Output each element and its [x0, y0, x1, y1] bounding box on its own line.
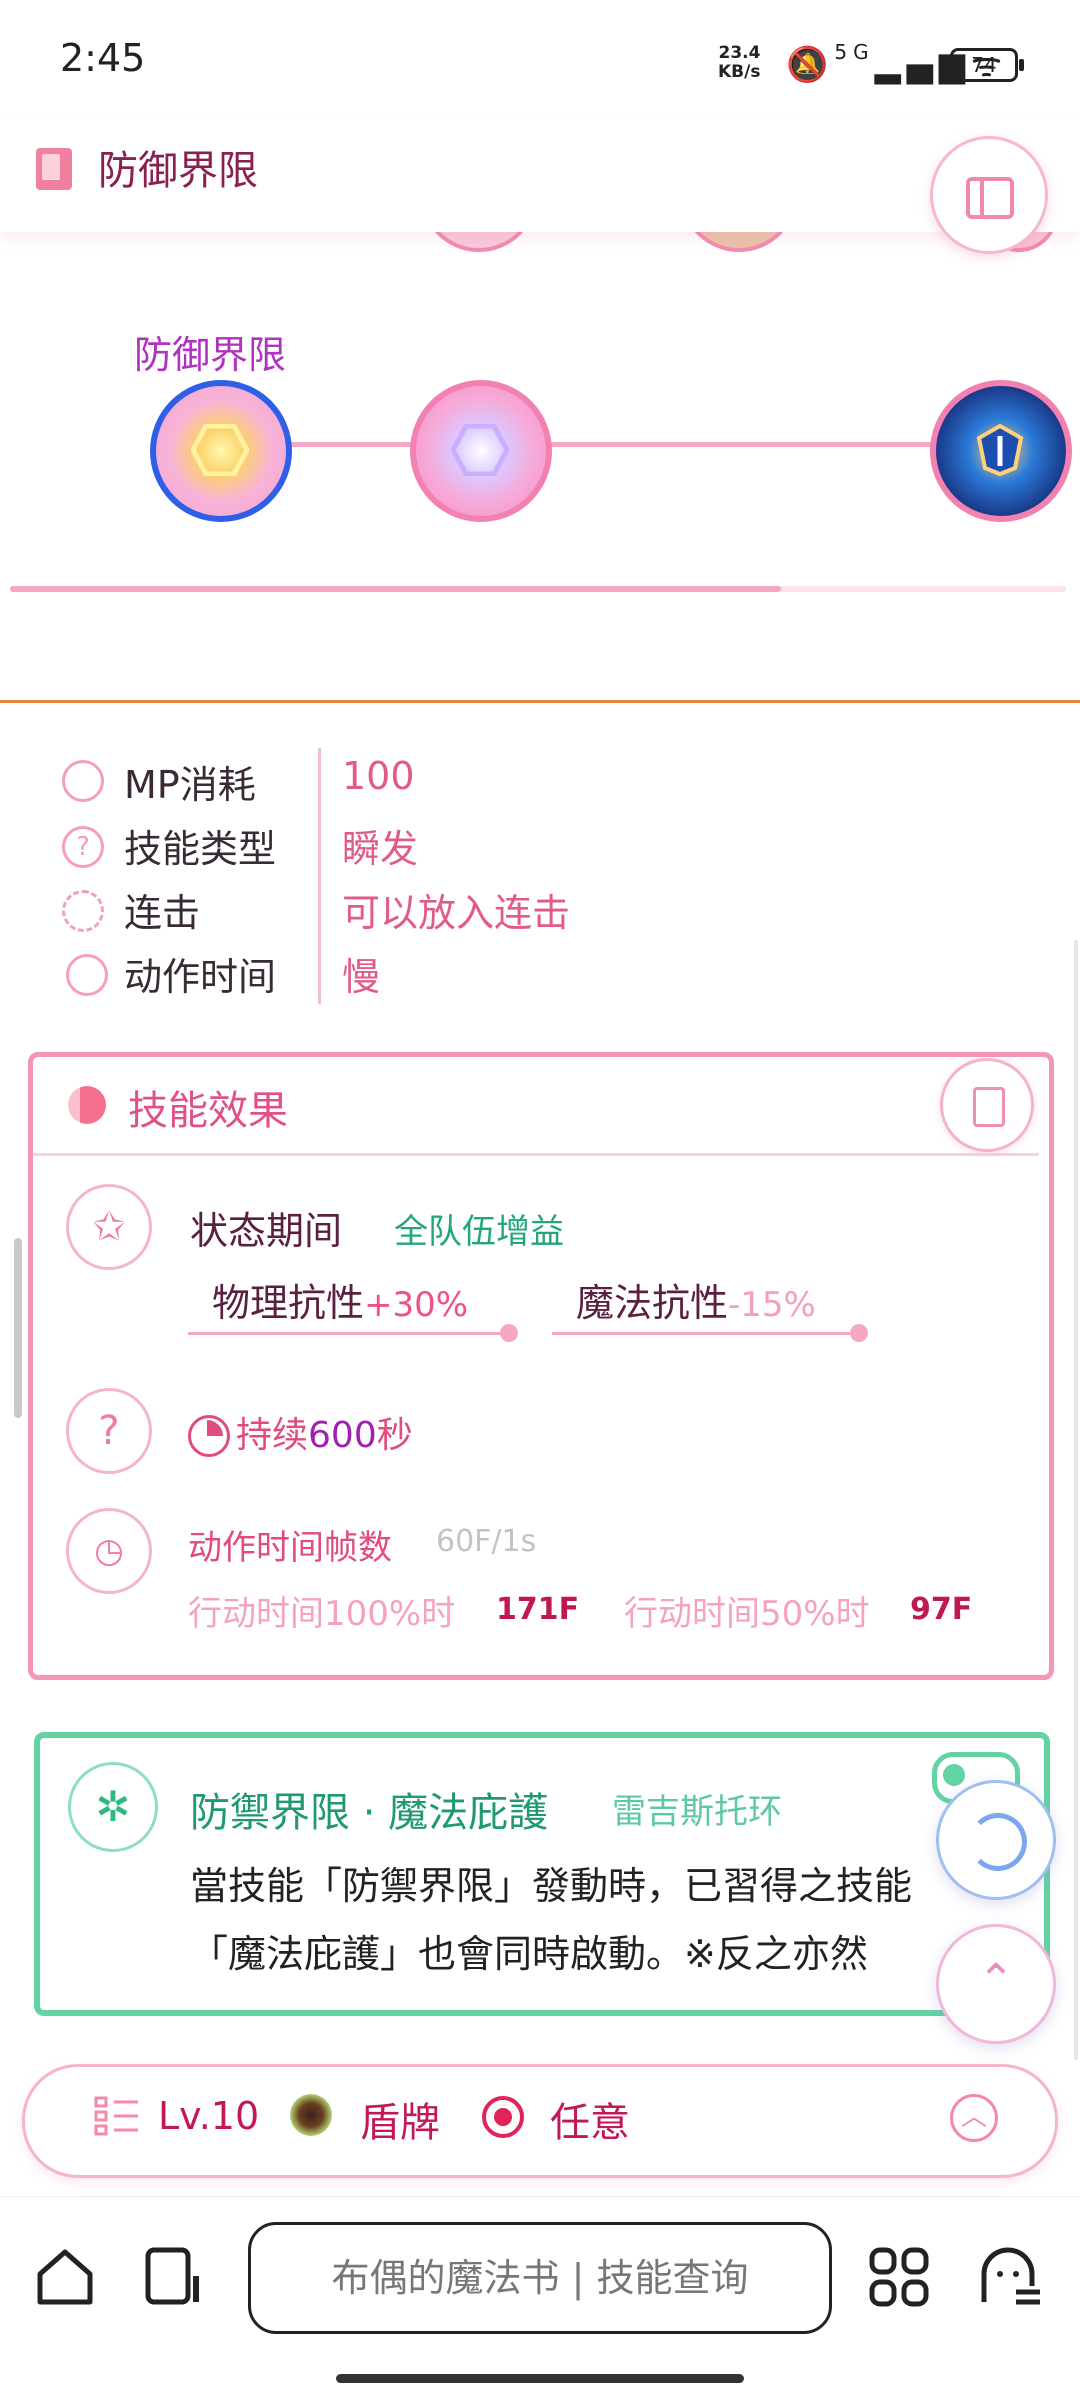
- skill-node-winged-shield[interactable]: [930, 380, 1072, 522]
- tree-scroll-thumb[interactable]: [10, 586, 781, 592]
- skill-node-defense-barrier[interactable]: [150, 380, 292, 522]
- address-search-bar[interactable]: 布偶的魔法书 | 技能查询: [248, 2222, 832, 2334]
- effect-icon: [62, 1086, 106, 1124]
- stat-label-type: 技能类型: [124, 827, 277, 871]
- physical-resistance: 物理抗性+30%: [212, 1272, 468, 1327]
- action-100-value: 171F: [496, 1592, 580, 1627]
- section-divider: [0, 700, 1080, 703]
- skill-connector: [280, 442, 420, 447]
- stat-value-type: 瞬发: [342, 827, 419, 871]
- shield-icon: [290, 2094, 332, 2136]
- book-icon: [36, 148, 72, 190]
- hexagon-icon: [451, 424, 509, 476]
- tabs-icon[interactable]: [144, 2246, 206, 2308]
- action-frames-label: 动作时间帧数: [188, 1528, 392, 1568]
- net-speed-unit: KB/s: [718, 62, 761, 82]
- stat-value-mp: 100: [342, 754, 415, 798]
- skill-connector: [540, 442, 940, 447]
- action-50-value: 97F: [910, 1592, 973, 1627]
- scroll-top-button[interactable]: ⌃: [936, 1924, 1056, 2044]
- action-100-label: 行动时间100%时: [188, 1594, 456, 1634]
- stat-value-action-time: 慢: [342, 955, 381, 999]
- state-duration-label: 状态期间: [190, 1209, 343, 1253]
- split-view-button[interactable]: [940, 1058, 1034, 1152]
- selected-skill-label: 防御界限: [134, 333, 287, 377]
- stopwatch-icon: [66, 954, 108, 996]
- magic-resistance: 魔法抗性-15%: [576, 1272, 816, 1327]
- star-burst-icon: ✩: [66, 1184, 152, 1270]
- mp-potion-icon: [62, 760, 104, 802]
- duration-text: 持续600秒: [236, 1406, 413, 1458]
- linked-desc-line: 當技能「防禦界限」發動時，已習得之技能: [190, 1864, 913, 1908]
- party-buff-tag: 全队伍增益: [394, 1212, 564, 1252]
- list-icon: [94, 2096, 138, 2136]
- mode-selector[interactable]: 任意: [550, 2090, 630, 2148]
- question-circle-icon: ?: [66, 1388, 152, 1474]
- gesture-handle[interactable]: [336, 2374, 744, 2383]
- arrow-up-icon: ⌃: [977, 1955, 1015, 2006]
- duration-value: 600: [308, 1415, 377, 1456]
- stat-label-mp: MP消耗: [124, 763, 256, 807]
- network-speed: 23.4 KB/s: [718, 44, 760, 82]
- stat-value-combo: 可以放入连击: [342, 891, 571, 935]
- sparkle-star-icon: ✲: [68, 1762, 158, 1852]
- magic-resistance-dot: [850, 1324, 868, 1342]
- frame-rate: 60F/1s: [436, 1524, 537, 1559]
- linked-skill-source: 雷吉斯托环: [612, 1792, 782, 1832]
- skill-node-magic-protection[interactable]: [410, 380, 552, 522]
- duration-unit: 秒: [376, 1415, 413, 1456]
- physical-resistance-bar: [188, 1332, 508, 1335]
- status-time: 2:45: [60, 36, 146, 80]
- stats-separator: [318, 748, 321, 1004]
- physical-resistance-dot: [500, 1324, 518, 1342]
- question-icon: ?: [62, 826, 104, 868]
- linked-skill-title: 防禦界限 · 魔法庇護: [190, 1790, 549, 1836]
- winged-shield-icon: [976, 424, 1024, 476]
- magic-resistance-bar: [552, 1332, 858, 1335]
- effect-card-title: 技能效果: [128, 1088, 288, 1134]
- mute-icon: 🔕: [786, 45, 835, 85]
- magic-resistance-value: -15%: [728, 1285, 816, 1325]
- weapon-type-selector[interactable]: 盾牌: [360, 2090, 440, 2148]
- status-bar: 2:45 23.4 KB/s 🔕5G▂▄▆ᯤ 74: [0, 0, 1080, 120]
- expand-up-button[interactable]: ︿: [950, 2094, 998, 2142]
- refresh-float-button[interactable]: [936, 1780, 1056, 1900]
- hexagon-icon: [191, 424, 249, 476]
- stat-label-combo: 连击: [124, 891, 201, 935]
- linked-skill-description: 當技能「防禦界限」發動時，已習得之技能 「魔法庇護」也會同時啟動。※反之亦然: [190, 1852, 990, 1988]
- combo-icon: [62, 890, 104, 932]
- sidebar-icon: [966, 177, 1014, 219]
- skill-level-selector[interactable]: Lv.10: [158, 2094, 259, 2138]
- physical-resistance-value: +30%: [364, 1285, 469, 1325]
- signal-icon: 5G: [834, 40, 875, 64]
- stat-label-action-time: 动作时间: [124, 955, 277, 999]
- sidebar-toggle-button[interactable]: [930, 136, 1048, 254]
- page-title: 防御界限: [98, 148, 258, 194]
- radio-icon[interactable]: [482, 2096, 524, 2138]
- menu-ghost-icon[interactable]: [978, 2246, 1042, 2308]
- refresh-icon: [969, 1813, 1027, 1871]
- apps-grid-icon[interactable]: [868, 2246, 930, 2308]
- page-scroll-indicator[interactable]: [14, 1238, 22, 1418]
- home-icon[interactable]: [34, 2246, 96, 2308]
- action-50-label: 行动时间50%时: [624, 1594, 870, 1634]
- battery-icon: 74: [950, 48, 1024, 82]
- linked-desc-line: 「魔法庇護」也會同時啟動。※反之亦然: [190, 1932, 868, 1976]
- physical-resistance-label: 物理抗性: [212, 1281, 365, 1325]
- split-icon: [973, 1087, 1005, 1127]
- net-speed-value: 23.4: [718, 43, 761, 63]
- duration-prefix: 持续: [236, 1415, 309, 1456]
- magic-resistance-label: 魔法抗性: [576, 1281, 729, 1325]
- clock-sound-icon: ◷: [66, 1508, 152, 1594]
- timer-pie-icon: [188, 1415, 230, 1457]
- right-scrollbar[interactable]: [1074, 940, 1078, 2060]
